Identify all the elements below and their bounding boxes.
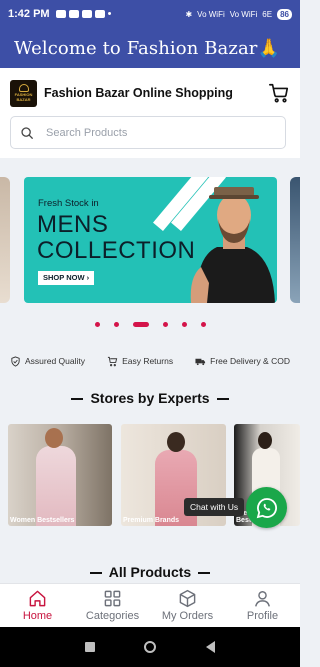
heading-dash [198, 572, 211, 575]
brand-row: FASHION BAZAR Fashion Bazar Online Shopp… [10, 79, 290, 107]
status-bar: 1:42 PM • ✱ Vo WiFi Vo WiFi 6E 86 [0, 0, 300, 28]
youtube-icon [68, 10, 79, 18]
carousel-dot[interactable] [113, 321, 119, 327]
home-icon [29, 590, 46, 607]
chat-label[interactable]: Chat with Us [184, 498, 245, 516]
nav-label: Categories [85, 610, 140, 622]
logo-text: FASHION BAZAR [14, 92, 33, 102]
box-icon [179, 589, 196, 608]
shop-now-label: SHOP NOW [43, 273, 85, 282]
banner-next-peek[interactable] [290, 177, 300, 303]
nav-label: Home [22, 610, 53, 622]
feature-label: Assured Quality [25, 356, 85, 366]
recent-apps-icon[interactable] [84, 642, 95, 652]
shield-check-icon [11, 355, 20, 367]
banner-headline-1: MENS [37, 211, 109, 238]
notification-icon [55, 10, 66, 18]
whatsapp-icon [256, 497, 277, 518]
feature-returns: Easy Returns [107, 356, 173, 367]
carousel-dot[interactable] [181, 321, 187, 327]
bottom-navigation: Home Categories My Orders Profile [0, 583, 300, 627]
store-image-head [258, 432, 272, 449]
promo-banner[interactable]: Fresh Stock in MENS COLLECTION SHOP NOW … [24, 177, 277, 303]
feature-label: Free Delivery & COD [210, 356, 290, 366]
youtube-icon [94, 10, 105, 18]
banner-model-image [190, 187, 275, 303]
back-icon[interactable] [206, 641, 216, 653]
signal-2: Vo WiFi [229, 9, 258, 19]
store-label: Women Bestsellers [10, 517, 75, 524]
products-heading: All Products [0, 564, 300, 580]
header-card: FASHION BAZAR Fashion Bazar Online Shopp… [0, 68, 300, 158]
mail-icon [81, 10, 92, 18]
store-image-head [167, 432, 185, 452]
stores-heading: Stores by Experts [0, 390, 300, 406]
more-dot-icon: • [107, 8, 112, 20]
nav-label: My Orders [161, 610, 214, 622]
wifi-icon: 6E [262, 9, 273, 19]
nav-categories[interactable]: Categories [75, 584, 150, 627]
crest-icon [18, 84, 29, 93]
cart-icon[interactable] [268, 82, 290, 104]
banner-kicker: Fresh Stock in [38, 198, 99, 209]
products-title: All Products [108, 564, 192, 580]
nav-my-orders[interactable]: My Orders [150, 584, 225, 627]
feature-quality: Assured Quality [10, 355, 85, 367]
heading-dash [89, 572, 102, 575]
banner-prev-peek[interactable] [0, 177, 10, 303]
feature-strip: Assured Quality Easy Returns Free Delive… [10, 353, 290, 369]
store-image [36, 446, 76, 526]
nav-profile[interactable]: Profile [225, 584, 300, 627]
banner-headline-2: COLLECTION [37, 237, 196, 264]
cart-return-icon [107, 356, 118, 366]
app-bar: Welcome to Fashion Bazar🙏 [0, 28, 300, 68]
bluetooth-icon: ✱ [185, 9, 193, 19]
store-image-head [45, 428, 63, 448]
battery-indicator: 86 [277, 8, 292, 20]
carousel-dot[interactable] [162, 321, 168, 327]
stores-title: Stores by Experts [90, 390, 210, 406]
search-input[interactable] [46, 126, 266, 139]
nav-label: Profile [246, 610, 279, 622]
truck-icon [195, 358, 206, 365]
status-right: ✱ Vo WiFi Vo WiFi 6E 86 [185, 8, 292, 20]
carousel-dot[interactable] [200, 321, 206, 327]
nav-home[interactable]: Home [0, 584, 75, 627]
heading-dash [71, 398, 84, 401]
brand-logo[interactable]: FASHION BAZAR [10, 79, 37, 107]
carousel-dot[interactable] [94, 321, 100, 327]
search-icon [21, 126, 33, 139]
heading-dash [216, 398, 229, 401]
page-title: Welcome to Fashion Bazar🙏 [14, 37, 281, 59]
home-button-icon[interactable] [144, 641, 157, 653]
carousel-dot-active[interactable] [132, 321, 149, 327]
person-icon [255, 591, 270, 607]
store-card-women-bestsellers[interactable]: Women Bestsellers [8, 424, 112, 526]
store-label: Premium Brands [123, 517, 180, 524]
signal-1: Vo WiFi [197, 9, 225, 19]
search-bar[interactable] [10, 116, 286, 149]
carousel-dots [0, 320, 300, 328]
grid-icon [104, 590, 121, 607]
shop-now-button[interactable]: SHOP NOW › [38, 271, 95, 285]
system-navigation-bar [0, 627, 300, 667]
status-time: 1:42 PM [8, 8, 50, 20]
feature-label: Easy Returns [122, 356, 174, 366]
whatsapp-chat-button[interactable] [246, 487, 287, 528]
feature-delivery: Free Delivery & COD [195, 356, 290, 367]
brand-title: Fashion Bazar Online Shopping [44, 86, 233, 100]
notification-icons: • [55, 8, 112, 20]
app-screen: 1:42 PM • ✱ Vo WiFi Vo WiFi 6E 86 Welcom… [0, 0, 300, 667]
